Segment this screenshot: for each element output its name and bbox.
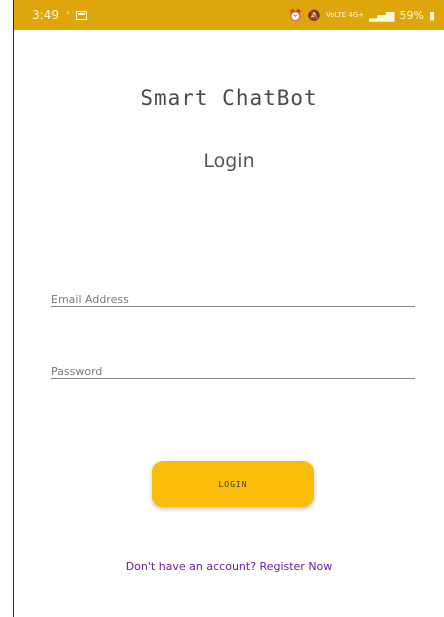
notification-icon: ° [65,10,70,19]
page-title: Login [203,150,255,172]
password-input[interactable] [51,365,415,378]
signal-icon: ▂▄▆ [369,8,395,22]
mute-icon: 🔕 [307,8,321,22]
battery-percent: 59% [399,8,424,22]
status-time: 3:49 [32,8,59,22]
app-frame: 3:49 ° ⏰ 🔕 VoLTE 4G+ ▂▄▆ 59% ▮ Smart Cha… [13,0,444,617]
app-title: Smart ChatBot [140,86,318,110]
email-input[interactable] [51,293,415,306]
battery-icon: ▮ [428,8,435,22]
email-field[interactable] [51,288,415,307]
message-icon [76,10,88,20]
alarm-icon: ⏰ [288,8,303,22]
login-button[interactable]: LOGIN [152,461,314,507]
password-field[interactable] [51,360,415,379]
network-label: VoLTE 4G+ [325,10,365,19]
register-link[interactable]: Don't have an account? Register Now [14,560,444,573]
status-bar: 3:49 ° ⏰ 🔕 VoLTE 4G+ ▂▄▆ 59% ▮ [14,0,444,30]
